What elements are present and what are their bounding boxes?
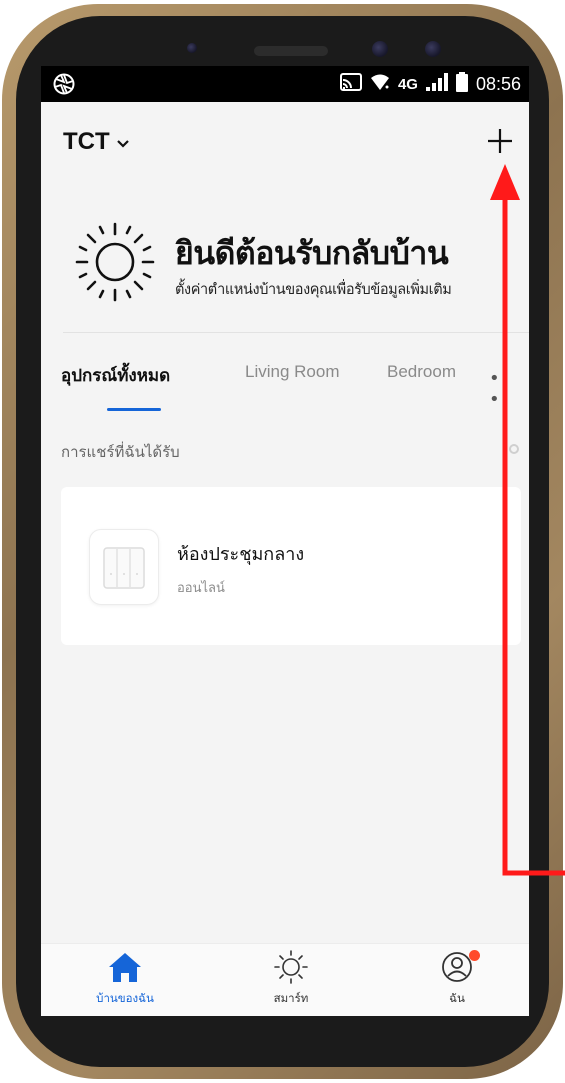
annotation-arrow xyxy=(490,164,565,876)
